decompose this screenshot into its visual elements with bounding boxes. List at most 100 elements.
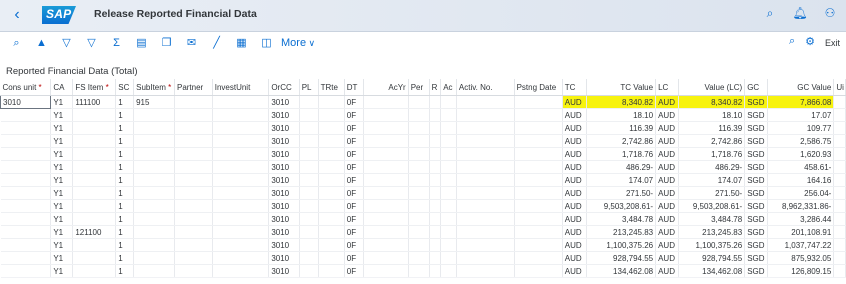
table-cell[interactable] (212, 212, 270, 226)
table-cell[interactable]: 0F (344, 173, 364, 187)
table-cell[interactable]: Y1 (50, 134, 74, 148)
table-cell[interactable] (0, 238, 52, 252)
table-cell[interactable] (318, 121, 345, 135)
table-cell[interactable]: 2,586.75 (767, 134, 835, 148)
table-cell[interactable]: 1 (115, 173, 135, 187)
table-cell[interactable] (408, 108, 430, 122)
table-cell[interactable] (318, 173, 345, 187)
table-cell[interactable]: SGD (744, 199, 769, 213)
table-cell[interactable]: Y1 (50, 108, 74, 122)
table-cell[interactable] (174, 147, 213, 161)
table-row[interactable]: Y1 1 3010 0F AUD 9,503,208.61- AUD 9,503,208.61… (0, 199, 846, 213)
table-row[interactable]: 3010 Y1 111100 1 915 3010 0F AUD 8,340.82 AUD 8,34… (0, 95, 846, 109)
table-row[interactable]: Y1 1 3010 0F AUD 116.39 AUD 116.39 SGD 109.77 (0, 121, 846, 135)
table-cell[interactable]: 174.07 (678, 173, 746, 187)
table-cell[interactable]: 213,245.83 (586, 225, 657, 239)
table-cell[interactable]: 1 (115, 212, 135, 226)
table-cell[interactable]: 3010 (268, 238, 300, 252)
table-cell[interactable] (833, 238, 846, 252)
table-cell[interactable] (299, 134, 319, 148)
table-cell[interactable] (133, 160, 175, 174)
table-cell[interactable]: 0F (344, 186, 364, 200)
table-cell[interactable]: SGD (744, 173, 769, 187)
table-cell[interactable]: SGD (744, 238, 769, 252)
back-chevron-icon[interactable]: ‹ (6, 4, 28, 26)
table-cell[interactable] (299, 186, 319, 200)
table-cell[interactable]: 3,484.78 (586, 212, 657, 226)
column-header[interactable]: GC Value (767, 79, 835, 96)
table-cell[interactable]: AUD (655, 251, 680, 265)
table-cell[interactable]: 915 (133, 95, 175, 109)
table-cell[interactable]: 256.04- (767, 186, 835, 200)
table-cell[interactable] (363, 251, 409, 265)
table-cell[interactable] (174, 186, 213, 200)
table-cell[interactable] (456, 212, 515, 226)
table-cell[interactable] (0, 108, 52, 122)
table-cell[interactable]: 116.39 (586, 121, 657, 135)
table-cell[interactable] (833, 212, 846, 226)
table-cell[interactable] (514, 186, 563, 200)
table-cell[interactable] (212, 225, 270, 239)
column-header[interactable]: Cons unit * (0, 79, 52, 96)
table-cell[interactable] (408, 160, 430, 174)
more-button[interactable]: More ∨ (279, 35, 315, 51)
column-header[interactable]: TC (562, 79, 587, 96)
table-row[interactable]: Y1 1 3010 0F AUD 3,484.78 AUD 3,484.78 SGD 3,286.… (0, 212, 846, 226)
table-cell[interactable]: 3010 (268, 108, 300, 122)
table-cell[interactable]: AUD (562, 225, 587, 239)
table-cell[interactable] (133, 212, 175, 226)
column-header[interactable]: TC Value (586, 79, 657, 96)
column-header[interactable]: Pstng Date (514, 79, 563, 96)
table-cell[interactable] (318, 212, 345, 226)
table-cell[interactable]: 3010 (268, 212, 300, 226)
column-header[interactable]: CA (50, 79, 74, 96)
table-cell[interactable]: SGD (744, 95, 769, 109)
table-cell[interactable]: AUD (562, 108, 587, 122)
table-cell[interactable]: SGD (744, 186, 769, 200)
table-cell[interactable] (174, 199, 213, 213)
table-cell[interactable] (456, 173, 515, 187)
table-cell[interactable] (72, 212, 117, 226)
search-zoom-icon[interactable]: ⌕ (4, 35, 29, 51)
column-header[interactable]: SC (115, 79, 135, 96)
table-cell[interactable] (212, 147, 270, 161)
table-cell[interactable] (212, 121, 270, 135)
table-cell[interactable]: 1 (115, 108, 135, 122)
table-cell[interactable] (456, 95, 515, 109)
table-cell[interactable] (299, 251, 319, 265)
table-cell[interactable] (408, 134, 430, 148)
table-cell[interactable]: Y1 (50, 212, 74, 226)
column-header[interactable]: Ui (833, 79, 846, 96)
table-cell[interactable]: 9,503,208.61- (586, 199, 657, 213)
table-cell[interactable]: SGD (744, 225, 769, 239)
table-cell[interactable]: AUD (562, 212, 587, 226)
table-cell[interactable] (318, 225, 345, 239)
table-cell[interactable] (363, 186, 409, 200)
table-cell[interactable] (833, 121, 846, 135)
table-cell[interactable] (408, 95, 430, 109)
table-cell[interactable]: 928,794.55 (586, 251, 657, 265)
table-cell[interactable]: SGD (744, 121, 769, 135)
table-cell[interactable] (133, 134, 175, 148)
table-cell[interactable]: 8,340.82 (678, 95, 746, 109)
table-cell[interactable] (456, 199, 515, 213)
table-cell[interactable]: 1,037,747.22 (767, 238, 835, 252)
settings-icon[interactable]: ⚙ (805, 35, 815, 51)
table-cell[interactable] (72, 238, 117, 252)
table-cell[interactable] (72, 199, 117, 213)
table-cell[interactable] (0, 251, 52, 265)
table-cell[interactable] (318, 160, 345, 174)
table-cell[interactable] (174, 225, 213, 239)
table-cell[interactable]: AUD (562, 186, 587, 200)
chart-icon[interactable]: ╱ (204, 35, 229, 51)
table-cell[interactable] (514, 108, 563, 122)
table-cell[interactable] (0, 134, 52, 148)
table-cell[interactable]: AUD (562, 199, 587, 213)
column-header[interactable]: GC (744, 79, 769, 96)
table-cell[interactable]: 121100 (72, 225, 117, 239)
table-cell[interactable] (299, 212, 319, 226)
table-cell[interactable] (0, 225, 52, 239)
table-cell[interactable] (429, 212, 442, 226)
table-cell[interactable] (440, 134, 457, 148)
table-cell[interactable] (833, 251, 846, 265)
